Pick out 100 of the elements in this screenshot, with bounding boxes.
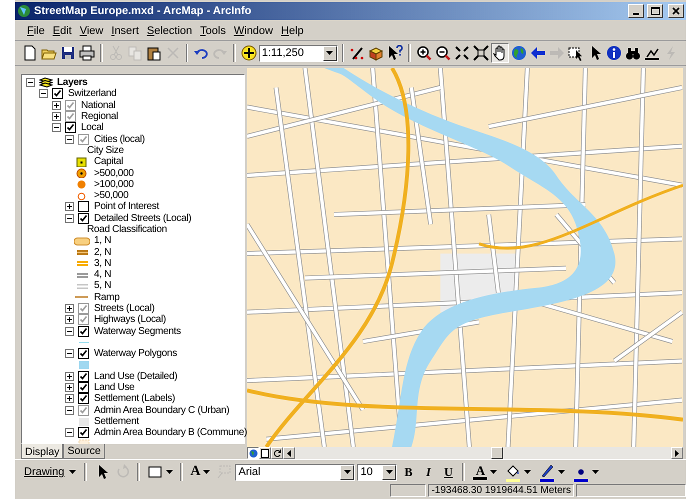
collapse-icon[interactable] [65,428,74,438]
maximize-button[interactable] [647,4,663,18]
collapse-icon[interactable] [65,214,74,223]
globe-icon [511,45,527,61]
binoculars-icon [625,45,641,61]
refresh-button[interactable] [271,447,283,459]
layer-name[interactable]: Streets (Local) [94,303,155,314]
layer-checkbox[interactable] [78,370,89,382]
expand-icon[interactable] [65,304,74,314]
dot-icon [578,468,584,474]
text-tool-button[interactable]: A [188,462,212,482]
layer-checkbox[interactable] [78,134,89,145]
menu-item[interactable]: Edit [48,24,76,38]
layer-name[interactable]: National [81,100,116,111]
toolbar-button[interactable] [386,43,404,63]
caret-icon [69,470,76,474]
bold-button[interactable]: B [399,462,418,482]
layer-name[interactable]: Waterway Segments [94,326,181,337]
callout-icon [216,464,232,480]
menu-item[interactable]: View [76,24,108,38]
layer-checkbox[interactable] [78,382,89,394]
menu-item[interactable]: Insert [107,24,143,38]
layout-view-button[interactable] [259,447,271,459]
copy-icon [126,45,143,61]
menu-item[interactable]: Tools [196,24,230,38]
menu-item[interactable]: File [23,24,49,38]
underline-button[interactable]: U [439,462,458,482]
toc-tab[interactable]: Display [21,444,64,459]
collapse-icon[interactable] [65,326,74,336]
toolbar-button[interactable] [78,43,96,63]
scroll-right-button[interactable] [671,447,683,459]
layer-checkbox[interactable] [52,88,63,100]
expand-icon[interactable] [65,383,74,392]
layer-checkbox[interactable] [78,212,89,224]
layer-checkbox[interactable] [78,348,89,360]
app-globe-icon [17,4,31,18]
collapse-icon[interactable] [52,123,61,132]
collapse-icon[interactable] [26,78,35,88]
expand-icon[interactable] [65,315,74,324]
layer-checkbox[interactable] [65,111,76,122]
layer-checkbox[interactable] [78,427,89,438]
expand-icon[interactable] [65,394,74,404]
expand-icon[interactable] [52,112,61,122]
expand-icon[interactable] [65,372,74,381]
menu-item[interactable]: Selection [142,24,196,38]
toolbar-button[interactable] [472,43,490,63]
data-view-button[interactable] [247,447,259,459]
layer-name[interactable]: Local [81,122,104,134]
info-icon [606,45,622,61]
menu-item[interactable]: Window [230,24,277,38]
layer-checkbox[interactable] [78,326,89,337]
layer-name[interactable]: Land Use (Detailed) [94,370,178,382]
status-panel [390,484,426,497]
layer-checkbox[interactable] [78,314,89,326]
drawing-menu-button[interactable]: Drawing [21,465,80,479]
expand-icon[interactable] [52,100,61,110]
left-arrow-icon [287,450,291,456]
scroll-left-button[interactable] [283,447,295,459]
layer-name[interactable]: Detailed Streets (Local) [94,212,192,224]
layers-icon [39,77,53,88]
layer-name[interactable]: Land Use [94,382,134,394]
collapse-icon[interactable] [39,89,48,98]
scale-combo[interactable]: 1:11,250 [258,44,338,62]
printer-icon [79,45,95,61]
layer-name[interactable]: Switzerland [68,88,116,100]
caret-icon [203,470,210,474]
close-button[interactable] [668,4,684,18]
layer-name[interactable]: Admin Area Boundary C (Urban) [94,404,230,416]
layer-checkbox[interactable] [65,100,76,111]
minimize-button[interactable] [628,4,644,18]
collapse-icon[interactable] [65,134,74,144]
layer-checkbox[interactable] [78,303,89,314]
rotate-icon [114,464,131,480]
toc-tab[interactable]: Source [63,444,105,459]
toolbar-button[interactable] [491,43,509,63]
size-combo[interactable]: 10 [357,464,398,480]
toolbar-button[interactable] [240,43,258,63]
layer-name[interactable]: Settlement (Labels) [94,393,176,404]
menu-item[interactable]: Help [277,24,308,38]
collapse-icon[interactable] [65,349,74,358]
layer-name[interactable]: Highways (Local) [94,314,166,326]
expand-icon[interactable] [65,202,74,212]
caret-icon [344,470,351,474]
layer-checkbox[interactable] [78,201,89,212]
layer-name[interactable]: Waterway Polygons [94,348,177,360]
layer-checkbox[interactable] [78,393,89,404]
layer-name[interactable]: Regional [81,111,118,122]
layer-checkbox[interactable] [65,122,76,134]
collapse-icon[interactable] [65,406,74,415]
left-arrow-icon [530,45,546,61]
layer-name[interactable]: Admin Area Boundary B (Commune) [94,427,247,438]
layer-name[interactable]: Point of Interest [94,201,159,212]
layer-checkbox[interactable] [78,404,89,416]
font-combo[interactable]: Arial [235,464,356,480]
color-button[interactable]: A [470,464,500,480]
layer-name[interactable]: Cities (local) [94,134,145,145]
italic-button[interactable]: I [419,462,438,482]
scroll-thumb[interactable] [490,447,503,459]
toolbar-button[interactable] [605,43,623,63]
legend-label: 4, N [94,269,112,280]
